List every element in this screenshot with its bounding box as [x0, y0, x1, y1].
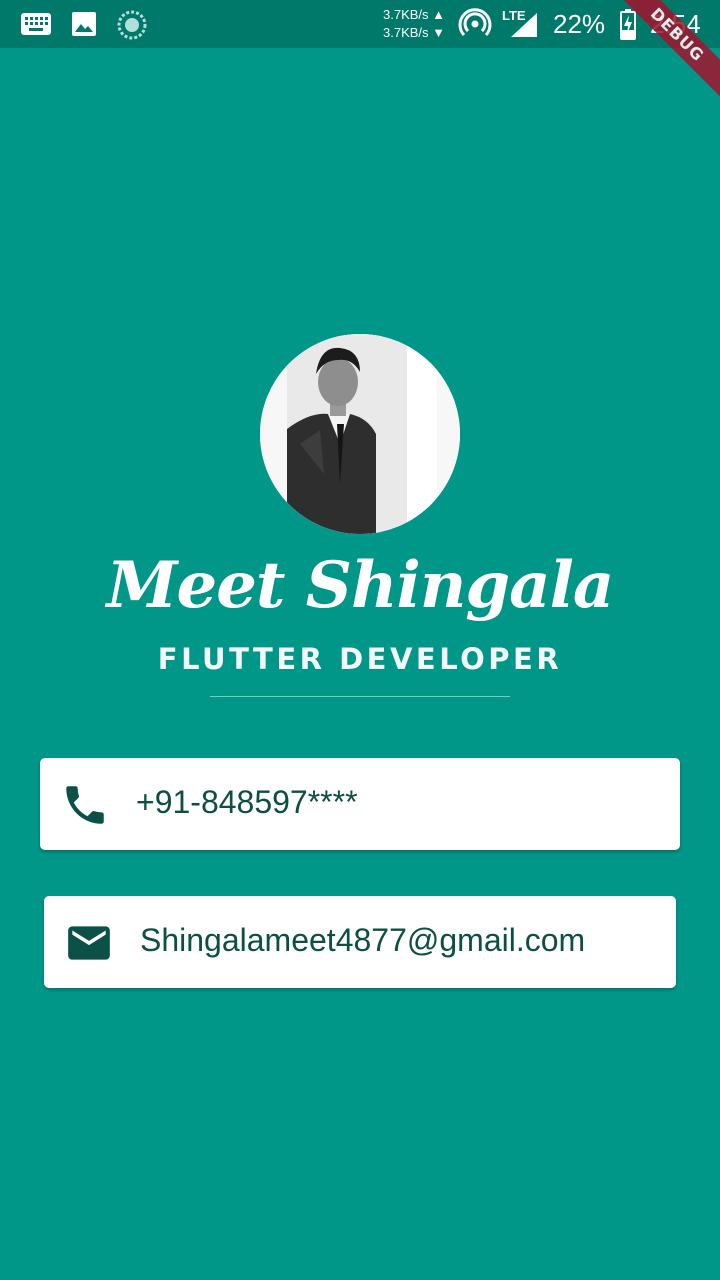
phone-icon: [60, 780, 110, 830]
battery-percent: 22%: [553, 9, 606, 39]
hotspot-icon: [458, 8, 492, 45]
screen: 3.7KB/s ▲ 3.7KB/s ▼ LTE 22% 2:54: [0, 0, 720, 1280]
phone-card[interactable]: +91-848597****: [40, 758, 680, 850]
battery-charging-icon: [620, 8, 636, 45]
sync-icon: [117, 10, 147, 45]
email-address: Shingalameet4877@gmail.com: [140, 922, 586, 958]
email-card[interactable]: Shingalameet4877@gmail.com: [44, 896, 676, 988]
net-down-text: 3.7KB/s: [383, 25, 429, 40]
mail-icon: [64, 918, 114, 968]
signal-icon: [510, 12, 538, 43]
avatar: [260, 334, 460, 534]
divider: [210, 696, 510, 697]
keyboard-icon: [20, 12, 52, 41]
net-up-text: 3.7KB/s: [383, 7, 429, 22]
network-speed: 3.7KB/s ▲ 3.7KB/s ▼: [383, 7, 446, 40]
phone-number: +91-848597****: [136, 784, 358, 820]
status-bar: 3.7KB/s ▲ 3.7KB/s ▼ LTE 22% 2:54: [0, 0, 720, 48]
profile-title: FLUTTER DEVELOPER: [157, 642, 563, 676]
profile-name: Meet Shingala: [106, 548, 615, 623]
image-icon: [71, 11, 97, 42]
